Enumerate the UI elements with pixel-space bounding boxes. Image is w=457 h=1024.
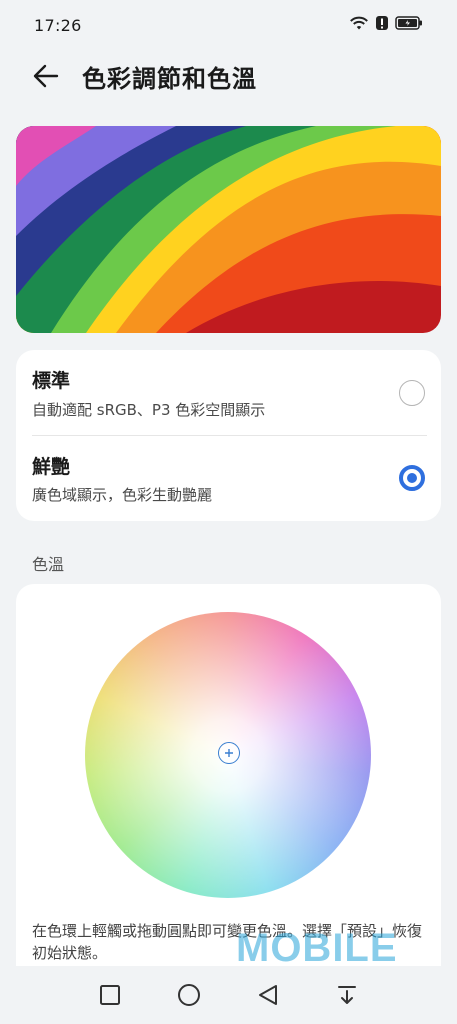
mode-subtitle: 廣色域顯示，色彩生動艷麗 [32, 486, 213, 504]
watermark-logo: MOBILE [236, 926, 398, 970]
notification-pull-icon [338, 986, 357, 1004]
wifi-icon [349, 15, 369, 35]
back-triangle-icon [259, 985, 278, 1005]
mode-title: 鮮艷 [32, 456, 71, 478]
color-wheel-handle[interactable] [218, 742, 240, 764]
mode-subtitle: 自動適配 sRGB、P3 色彩空間顯示 [32, 401, 266, 419]
arrow-left-icon [33, 64, 59, 88]
battery-icon [395, 15, 423, 35]
status-icons [349, 15, 423, 35]
mode-title: 標準 [32, 370, 71, 392]
notification-pull-button[interactable] [327, 975, 367, 1015]
plus-icon [225, 749, 233, 757]
recent-apps-icon [99, 985, 120, 1005]
radio-checked[interactable] [399, 465, 425, 491]
back-nav-button[interactable] [248, 975, 288, 1015]
system-nav-bar [0, 966, 457, 1024]
home-button[interactable] [169, 975, 209, 1015]
status-bar: 17:26 [0, 0, 457, 50]
recent-apps-button[interactable] [90, 975, 130, 1015]
mode-option-vivid[interactable]: 鮮艷 廣色域顯示，色彩生動艷麗 [16, 436, 441, 521]
color-mode-card: 標準 自動適配 sRGB、P3 色彩空間顯示 鮮艷 廣色域顯示，色彩生動艷麗 [16, 350, 441, 521]
radio-unchecked[interactable] [399, 380, 425, 406]
app-bar: 色彩調節和色溫 [0, 50, 457, 102]
status-time: 17:26 [34, 15, 82, 35]
alert-icon [375, 15, 389, 35]
mode-option-standard[interactable]: 標準 自動適配 sRGB、P3 色彩空間顯示 [16, 350, 441, 435]
back-button[interactable] [22, 52, 70, 100]
home-icon [177, 984, 200, 1006]
color-temperature-card: 在色環上輕觸或拖動圓點即可變更色溫。選擇「預設」恢復初始狀態。 [16, 584, 441, 966]
section-label-color-temp: 色溫 [32, 555, 65, 574]
page-title: 色彩調節和色溫 [82, 64, 257, 93]
color-preview-banner [16, 126, 441, 333]
